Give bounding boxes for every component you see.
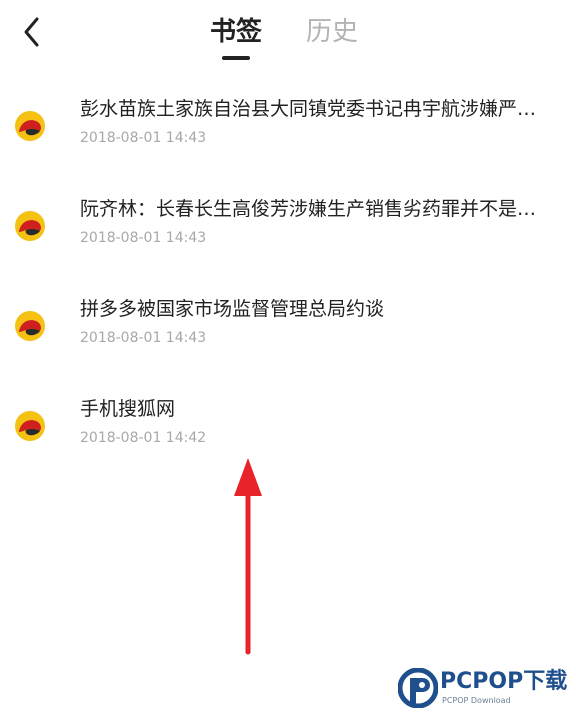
- top-bar: 书签 历史: [0, 0, 576, 64]
- list-item[interactable]: 拼多多被国家市场监督管理总局约谈 2018-08-01 14:43: [0, 284, 576, 384]
- list-item[interactable]: 阮齐林：长春长生高俊芳涉嫌生产销售劣药罪并不是… 2018-08-01 14:4…: [0, 184, 576, 284]
- sohu-icon: [15, 111, 45, 141]
- back-button[interactable]: [14, 14, 50, 50]
- sohu-icon: [15, 411, 45, 441]
- up-arrow-annotation: [234, 458, 262, 655]
- chevron-left-icon: [24, 17, 39, 47]
- bookmark-list: 彭水苗族土家族自治县大同镇党委书记冉宇航涉嫌严… 2018-08-01 14:4…: [0, 84, 576, 484]
- tab-bookmarks[interactable]: 书签: [210, 14, 262, 50]
- item-title: 彭水苗族土家族自治县大同镇党委书记冉宇航涉嫌严…: [80, 98, 537, 120]
- sohu-icon: [15, 311, 45, 341]
- list-item[interactable]: 彭水苗族土家族自治县大同镇党委书记冉宇航涉嫌严… 2018-08-01 14:4…: [0, 84, 576, 184]
- item-time: 2018-08-01 14:43: [80, 130, 207, 146]
- item-title: 拼多多被国家市场监督管理总局约谈: [80, 298, 385, 320]
- tab-history[interactable]: 历史: [306, 14, 358, 50]
- item-title: 手机搜狐网: [80, 398, 176, 420]
- watermark: PCPOP下载 PCPOP Download: [396, 664, 572, 712]
- list-item[interactable]: 手机搜狐网 2018-08-01 14:42: [0, 384, 576, 484]
- item-time: 2018-08-01 14:42: [80, 430, 207, 446]
- item-title: 阮齐林：长春长生高俊芳涉嫌生产销售劣药罪并不是…: [80, 198, 537, 220]
- sohu-icon: [15, 211, 45, 241]
- item-time: 2018-08-01 14:43: [80, 230, 207, 246]
- watermark-subtitle: PCPOP Download: [442, 696, 511, 705]
- active-tab-indicator: [222, 56, 250, 60]
- pcpop-logo-icon: [398, 668, 438, 708]
- item-time: 2018-08-01 14:43: [80, 330, 207, 346]
- watermark-title: PCPOP下载: [440, 669, 568, 694]
